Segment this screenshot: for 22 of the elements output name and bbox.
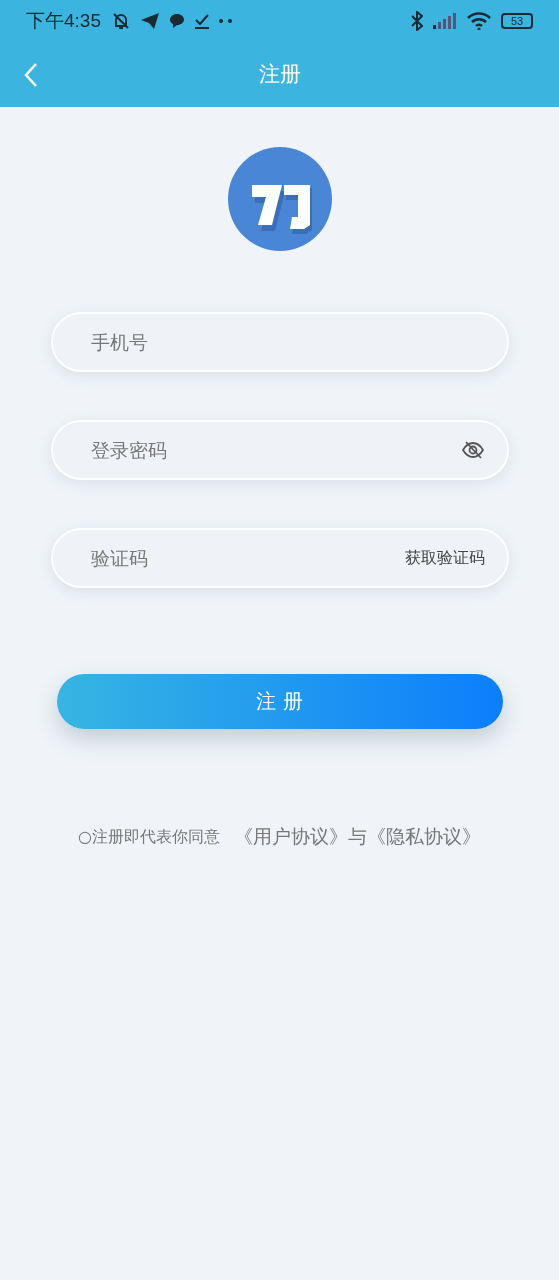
page-title: 注册 — [258, 62, 301, 88]
chat-bubble-icon — [169, 13, 185, 29]
wifi-icon — [467, 12, 491, 30]
input-field[interactable]: 登录密码 — [50, 420, 509, 480]
get-code-button[interactable]: 获取验证码 — [404, 547, 485, 569]
agreement-text: ○注册即代表你同意 — [78, 826, 220, 848]
user-agreement-link[interactable]: 《用户协议》 — [234, 824, 348, 850]
back-icon — [24, 62, 38, 88]
conjunction-text: 与 — [348, 824, 367, 849]
paper-plane-icon — [141, 13, 159, 29]
eye-slash-icon — [460, 440, 485, 460]
privacy-policy-link[interactable]: 《隐私协议》 — [367, 824, 481, 850]
register-button[interactable]: 注 册 — [56, 674, 503, 729]
bell-muted-icon — [111, 11, 131, 31]
more-dots-icon — [219, 19, 233, 23]
visibility-toggle[interactable] — [460, 440, 485, 460]
input-field[interactable]: 手机号 — [50, 312, 509, 372]
status-time: 下午4:35 — [26, 9, 101, 33]
signal-icon — [433, 13, 457, 29]
battery-indicator: 53 — [501, 13, 533, 29]
download-check-icon — [195, 13, 209, 29]
bluetooth-icon — [411, 11, 423, 31]
